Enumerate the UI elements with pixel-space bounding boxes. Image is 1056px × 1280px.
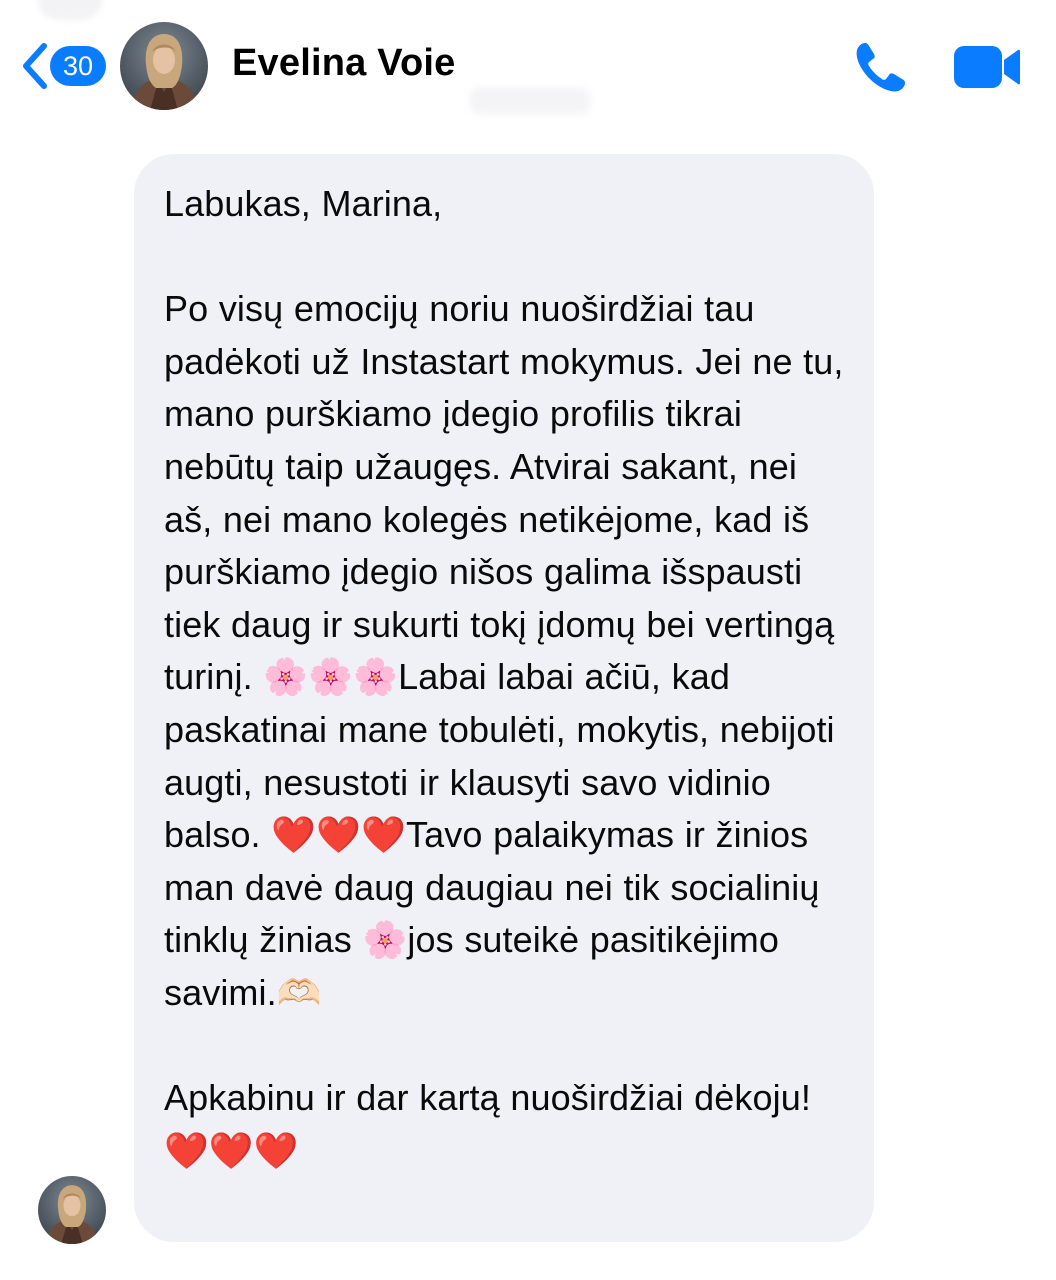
phone-icon[interactable]: [852, 38, 910, 96]
message-text: Labukas, Marina, Po visų emocijų noriu n…: [164, 183, 844, 1171]
avatar-photo: [38, 1176, 106, 1244]
back-button[interactable]: 30: [20, 40, 106, 92]
video-camera-icon[interactable]: [952, 40, 1022, 94]
unread-count-badge: 30: [50, 46, 106, 86]
contact-avatar[interactable]: [120, 22, 208, 110]
chat-header: 30 Evelina Voie: [0, 0, 1056, 130]
scrolled-content-remnant: [38, 0, 102, 20]
message-bubble[interactable]: Labukas, Marina, Po visų emocijų noriu n…: [134, 154, 874, 1242]
avatar-photo: [120, 22, 208, 110]
chevron-left-icon: [23, 43, 47, 89]
sender-avatar[interactable]: [38, 1176, 106, 1244]
contact-name[interactable]: Evelina Voie: [232, 42, 455, 85]
blurred-timestamp: [470, 88, 590, 114]
